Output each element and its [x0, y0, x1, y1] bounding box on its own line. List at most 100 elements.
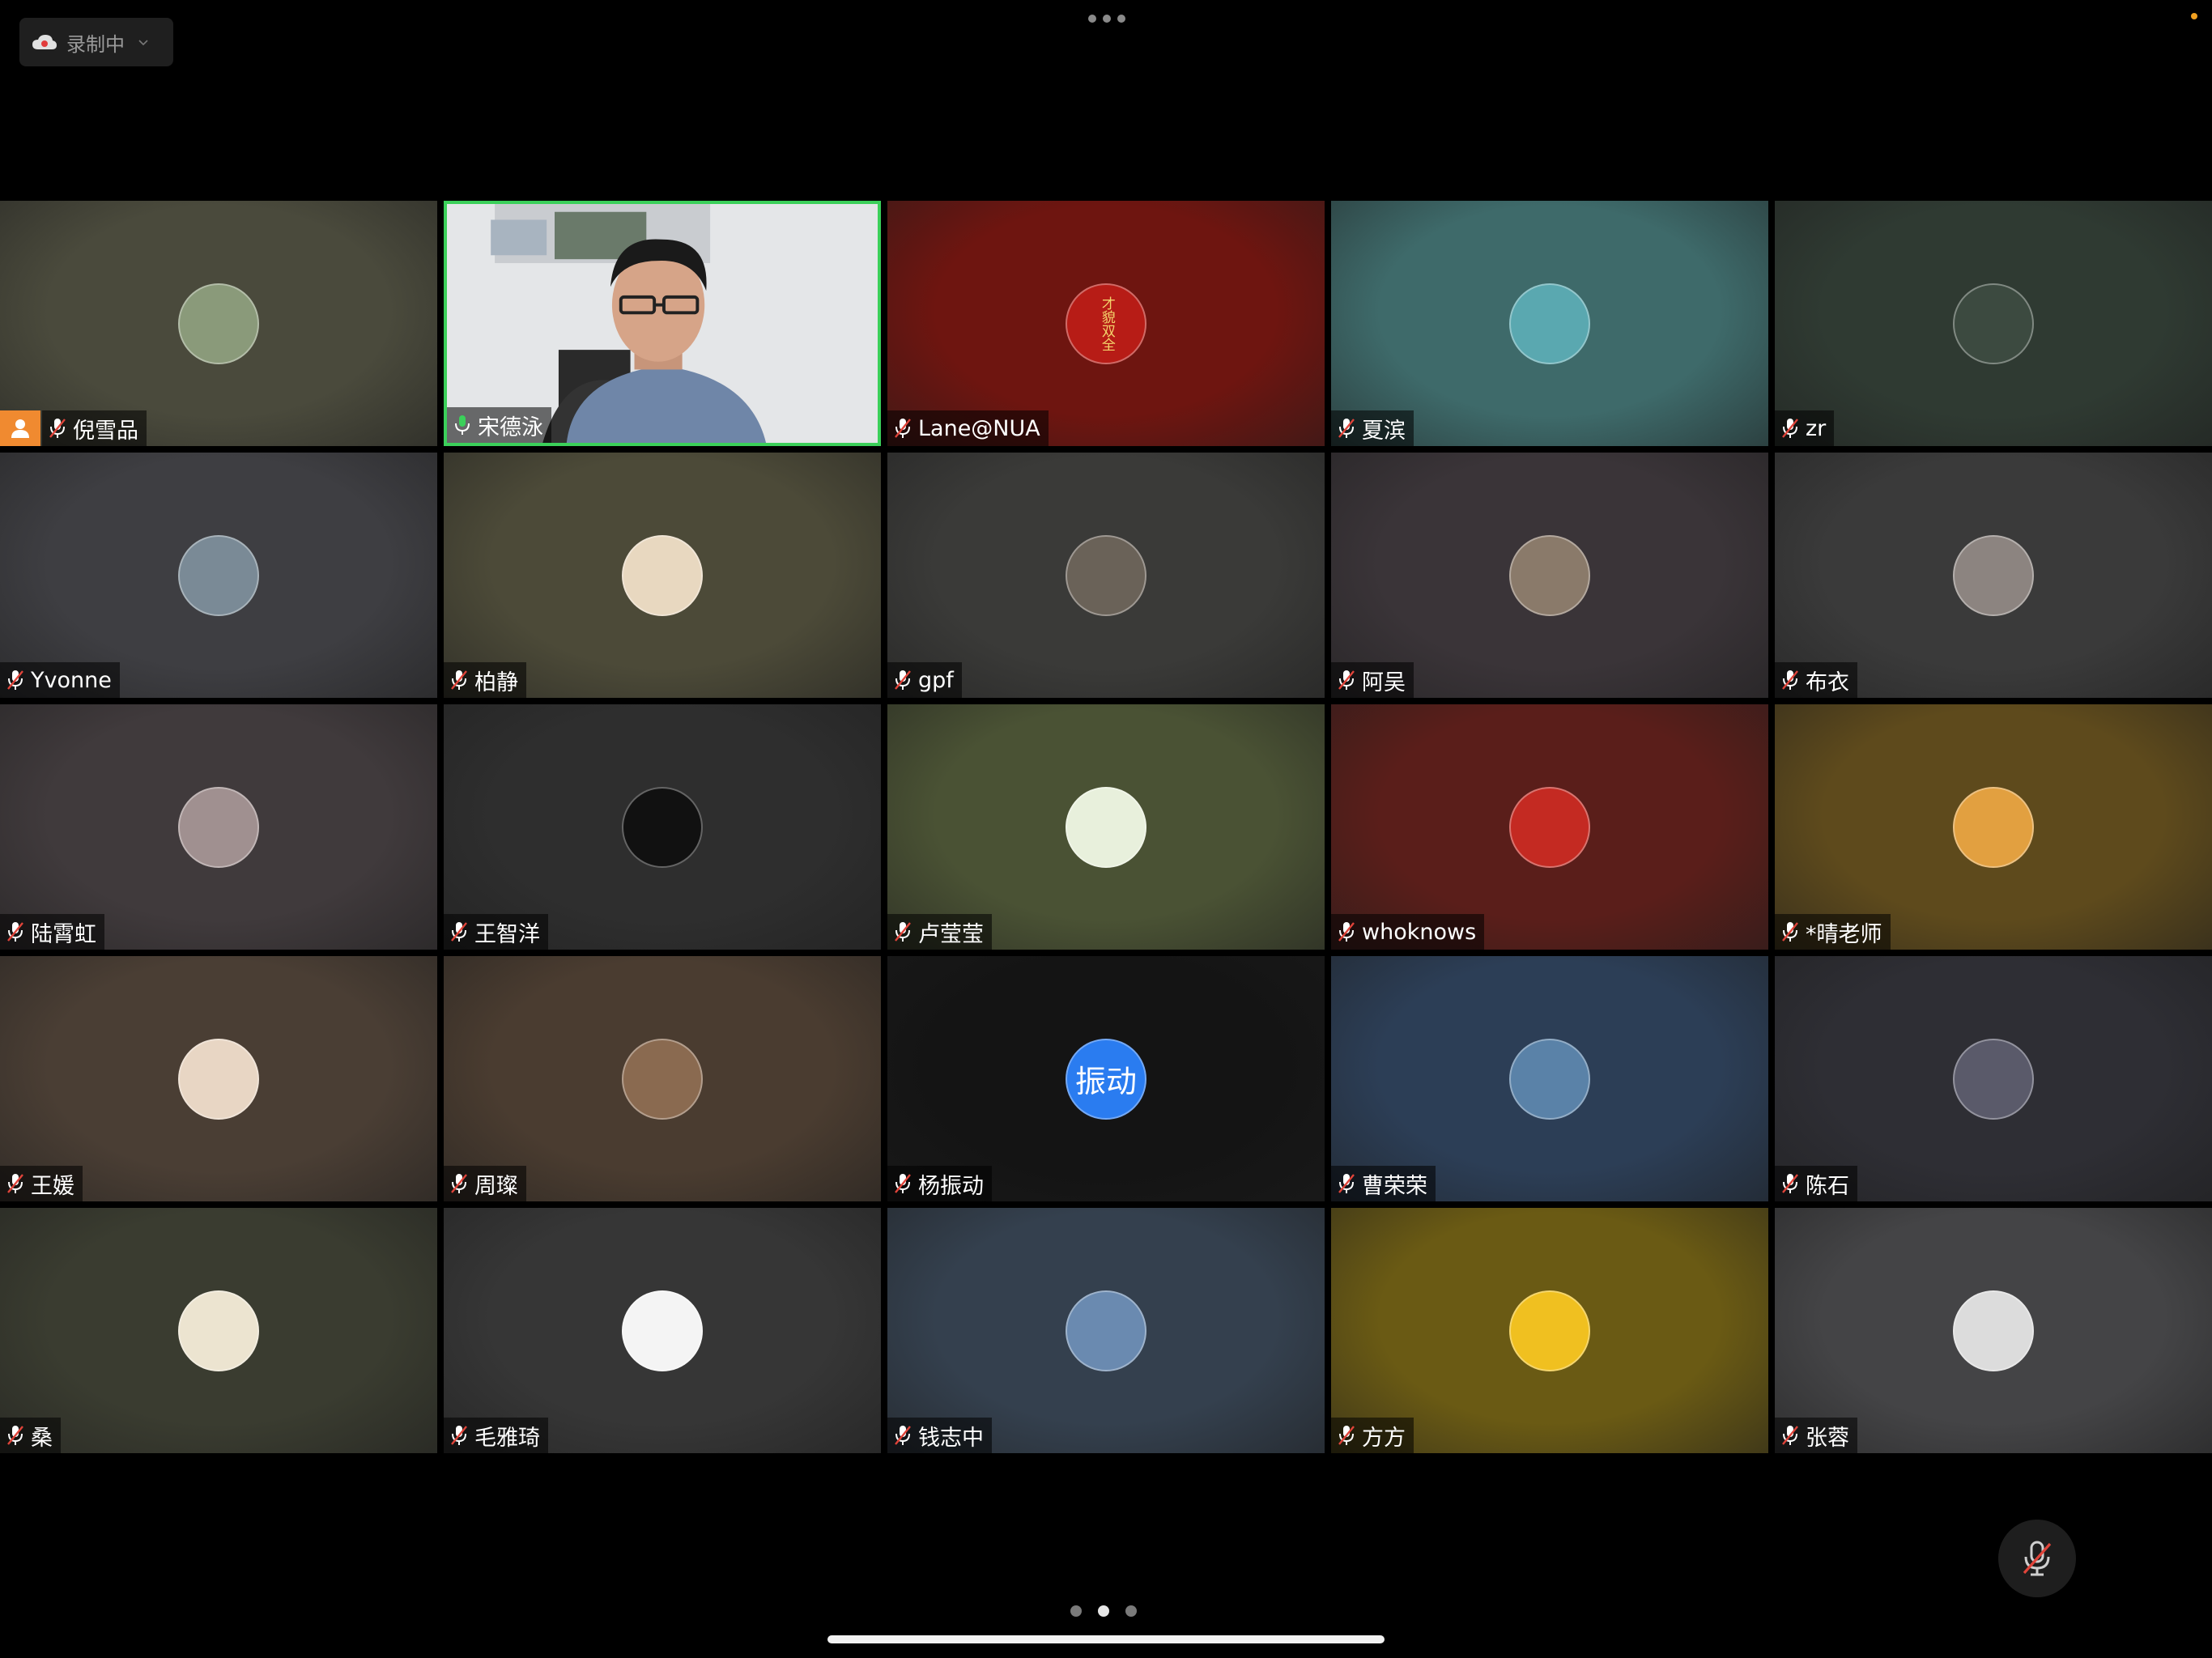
participant-tile[interactable]: 毛雅琦 [444, 1208, 881, 1453]
mic-muted-icon [892, 668, 913, 692]
chevron-down-icon [138, 40, 148, 46]
page-dot[interactable] [1098, 1605, 1109, 1617]
host-icon [0, 410, 40, 446]
avatar [1953, 786, 2034, 868]
mic-muted-icon [1780, 1423, 1801, 1448]
participant-name: Lane@NUA [918, 415, 1040, 441]
mic-muted-icon [1336, 920, 1357, 944]
mic-muted-icon [2023, 1541, 2052, 1576]
mic-muted-icon [1336, 416, 1357, 440]
avatar [1509, 1038, 1590, 1120]
avatar [1066, 1290, 1146, 1371]
mute-button[interactable] [1998, 1520, 2076, 1597]
participant-tile[interactable]: 方方 [1331, 1208, 1768, 1453]
name-tag: Yvonne [0, 662, 120, 698]
participant-name: *晴老师 [1806, 921, 1882, 947]
participant-name: 毛雅琦 [474, 1425, 540, 1451]
participant-name: Yvonne [31, 667, 112, 693]
participant-tile[interactable]: 阿吴 [1331, 453, 1768, 698]
avatar [1066, 786, 1146, 868]
name-tag: 毛雅琦 [444, 1418, 548, 1453]
page-indicator[interactable] [1070, 1605, 1137, 1617]
participant-name: 张蓉 [1806, 1425, 1849, 1451]
participant-name: gpf [918, 667, 954, 693]
avatar [622, 786, 703, 868]
avatar [1953, 534, 2034, 616]
cloud-record-icon [31, 33, 58, 51]
participant-name: 柏静 [474, 670, 518, 695]
participant-tile[interactable]: 陆霄虹 [0, 704, 437, 950]
name-tag: 张蓉 [1775, 1418, 1857, 1453]
avatar [178, 786, 259, 868]
avatar-text: 振动 [1074, 1064, 1137, 1099]
participant-name: 王智洋 [474, 921, 540, 947]
participant-tile[interactable]: 才貌双全 Lane@NUA [887, 201, 1325, 446]
mic-muted-icon [1336, 668, 1357, 692]
mic-muted-icon [449, 1171, 470, 1196]
mic-active-icon [452, 413, 473, 437]
participant-tile[interactable]: 夏滨 [1331, 201, 1768, 446]
avatar [1509, 1290, 1590, 1371]
mic-muted-icon [1336, 1171, 1357, 1196]
participant-tile[interactable]: zr [1775, 201, 2212, 446]
page-dot[interactable] [1125, 1605, 1137, 1617]
avatar [622, 1038, 703, 1120]
name-tag: gpf [887, 662, 962, 698]
participant-tile[interactable]: 钱志中 [887, 1208, 1325, 1453]
participant-tile[interactable]: Yvonne [0, 453, 437, 698]
name-tag: 杨振动 [887, 1166, 992, 1201]
participant-tile[interactable]: 桑 [0, 1208, 437, 1453]
participant-tile[interactable]: 张蓉 [1775, 1208, 2212, 1453]
mic-muted-icon [892, 416, 913, 440]
participant-name: 钱志中 [918, 1425, 984, 1451]
participant-tile[interactable]: 柏静 [444, 453, 881, 698]
participant-tile[interactable]: 周璨 [444, 956, 881, 1201]
avatar [1509, 534, 1590, 616]
home-indicator[interactable] [827, 1635, 1385, 1643]
participant-tile[interactable]: 倪雪品 [0, 201, 437, 446]
participant-name: 卢莹莹 [918, 921, 984, 947]
page-dot[interactable] [1070, 1605, 1082, 1617]
name-tag: 卢莹莹 [887, 914, 992, 950]
avatar-text: 才貌双全 [1098, 295, 1115, 351]
name-tag: 倪雪品 [42, 410, 147, 446]
avatar [1953, 1038, 2034, 1120]
name-tag: 钱志中 [887, 1418, 992, 1453]
participant-tile[interactable]: 宋德泳 [444, 201, 881, 446]
recording-indicator[interactable]: 录制中 [19, 18, 173, 66]
participant-tile[interactable]: 曹荣荣 [1331, 956, 1768, 1201]
more-options-icon[interactable] [1088, 15, 1125, 24]
participant-tile[interactable]: *晴老师 [1775, 704, 2212, 950]
avatar [178, 1038, 259, 1120]
participant-tile[interactable]: 王智洋 [444, 704, 881, 950]
participant-name: 杨振动 [918, 1173, 984, 1199]
name-tag: 柏静 [444, 662, 526, 698]
avatar [178, 534, 259, 616]
participant-name: 陈石 [1806, 1173, 1849, 1199]
name-tag: 宋德泳 [447, 407, 551, 443]
avatar [1953, 283, 2034, 364]
mic-muted-icon [449, 1423, 470, 1448]
participant-tile[interactable]: gpf [887, 453, 1325, 698]
participant-name: 布衣 [1806, 670, 1849, 695]
recording-label: 录制中 [66, 32, 125, 56]
participant-tile[interactable]: 陈石 [1775, 956, 2212, 1201]
mic-muted-icon [1780, 416, 1801, 440]
mic-muted-icon [892, 1423, 913, 1448]
participant-name: 周璨 [474, 1173, 518, 1199]
participant-tile[interactable]: 布衣 [1775, 453, 2212, 698]
participant-name: 夏滨 [1362, 418, 1406, 444]
mic-muted-icon [5, 1423, 26, 1448]
mic-muted-icon [1780, 920, 1801, 944]
name-tag: Lane@NUA [887, 410, 1049, 446]
name-tag: 陆霄虹 [0, 914, 104, 950]
mic-muted-icon [449, 920, 470, 944]
participant-name: 王媛 [31, 1173, 74, 1199]
participant-tile[interactable]: 王媛 [0, 956, 437, 1201]
participant-tile[interactable]: 振动杨振动 [887, 956, 1325, 1201]
participant-tile[interactable]: whoknows [1331, 704, 1768, 950]
avatar [622, 1290, 703, 1371]
participant-tile[interactable]: 卢莹莹 [887, 704, 1325, 950]
avatar [1066, 534, 1146, 616]
mic-muted-icon [449, 668, 470, 692]
